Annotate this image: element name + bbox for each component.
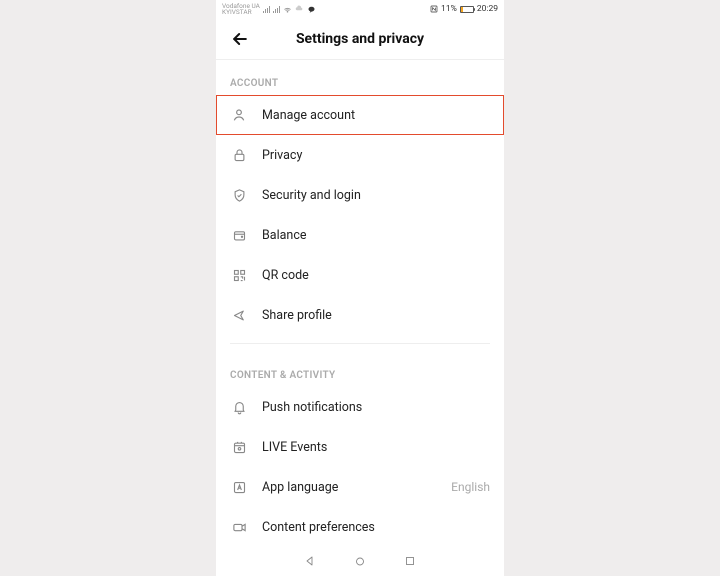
qr-icon [230,266,248,284]
statusbar-left: Vodafone UA KYIVSTAR [222,3,316,16]
privacy-row[interactable]: Privacy [216,135,504,175]
manage-account-row[interactable]: Manage account [216,95,504,135]
security-label: Security and login [262,188,490,203]
push-label: Push notifications [262,400,490,415]
square-recent-icon [404,555,416,567]
bell-icon [230,398,248,416]
circle-home-icon [354,555,366,568]
statusbar-right: 11% 20:29 [430,4,498,14]
wallet-icon [230,226,248,244]
share-icon [230,306,248,324]
phone-frame: Vodafone UA KYIVSTAR 11% 20:29 Settings … [216,0,504,576]
divider [230,343,490,344]
security-row[interactable]: Security and login [216,175,504,215]
video-icon [230,518,248,536]
chat-icon [307,5,316,14]
battery-icon [460,6,474,13]
triangle-back-icon [304,555,316,567]
live-events-row[interactable]: LIVE Events [216,427,504,467]
battery-pct-label: 11% [441,4,457,14]
shield-icon [230,186,248,204]
signal-icon [263,6,270,13]
qr-label: QR code [262,268,490,283]
nfc-icon [430,5,438,13]
cloud-icon [295,5,304,14]
person-icon [230,106,248,124]
section-title-content: CONTENT & ACTIVITY [216,352,504,387]
nav-recent-button[interactable] [404,555,416,567]
balance-row[interactable]: Balance [216,215,504,255]
header: Settings and privacy [216,18,504,60]
share-label: Share profile [262,308,490,323]
signal-icon [273,6,280,13]
statusbar: Vodafone UA KYIVSTAR 11% 20:29 [216,0,504,18]
language-value: English [451,480,490,494]
page-title: Settings and privacy [216,31,504,47]
live-label: LIVE Events [262,440,490,455]
carrier-label: Vodafone UA KYIVSTAR [222,3,260,16]
content-preferences-row[interactable]: Content preferences [216,507,504,546]
balance-label: Balance [262,228,490,243]
qr-code-row[interactable]: QR code [216,255,504,295]
settings-scroll[interactable]: ACCOUNT Manage account Privacy Security … [216,60,504,546]
section-title-account: ACCOUNT [216,60,504,95]
language-label: App language [262,480,437,495]
nav-home-button[interactable] [354,555,366,567]
back-button[interactable] [230,29,250,49]
system-navbar [216,546,504,576]
push-notifications-row[interactable]: Push notifications [216,387,504,427]
wifi-icon [283,5,292,14]
manage-account-label: Manage account [262,108,490,123]
lock-icon [230,146,248,164]
language-icon [230,478,248,496]
app-language-row[interactable]: App language English [216,467,504,507]
privacy-label: Privacy [262,148,490,163]
content-pref-label: Content preferences [262,520,490,535]
time-label: 20:29 [477,4,498,14]
nav-back-button[interactable] [304,555,316,567]
share-profile-row[interactable]: Share profile [216,295,504,335]
calendar-icon [230,438,248,456]
back-arrow-icon [230,29,250,49]
